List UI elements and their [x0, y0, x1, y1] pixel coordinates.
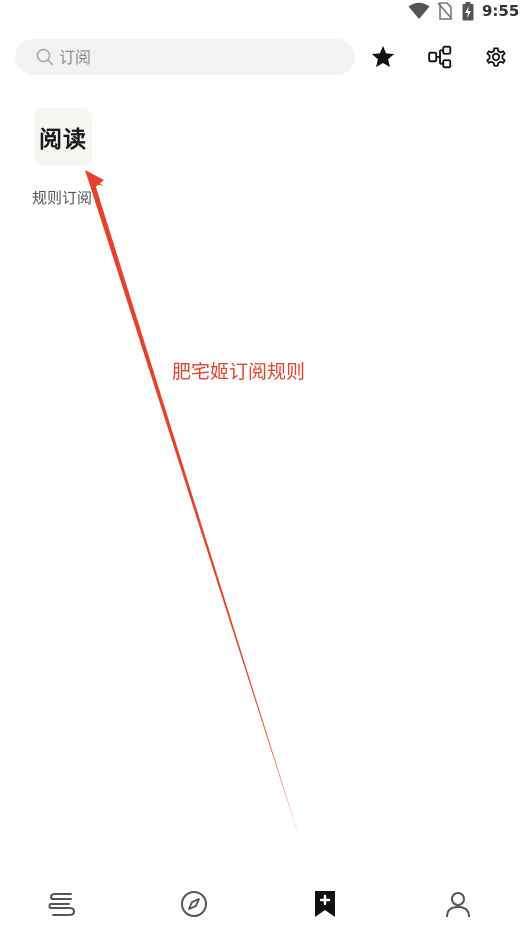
my-profile-icon[interactable]	[443, 889, 473, 919]
annotation-arrow	[85, 170, 300, 840]
bottom-nav	[0, 875, 520, 931]
subscription-bookmark-icon[interactable]	[310, 889, 340, 919]
bookshelf-icon[interactable]	[47, 889, 77, 919]
discover-compass-icon[interactable]	[179, 889, 209, 919]
annotation-label: 肥宅姬订阅规则	[172, 361, 306, 383]
screen: 9:55 阅读 规则订阅 肥宅姬订阅规则	[0, 0, 520, 931]
